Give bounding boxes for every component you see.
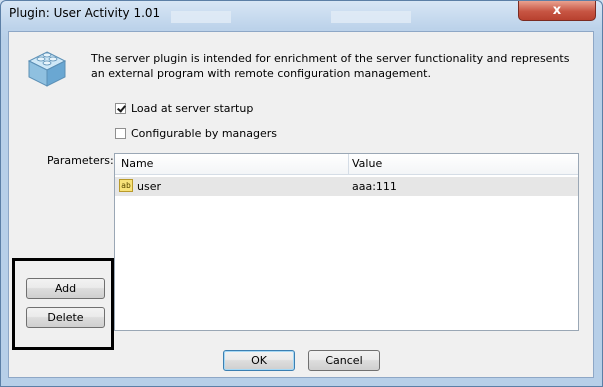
window-title: Plugin: User Activity 1.01 (9, 6, 161, 20)
table-row[interactable]: ab user aaa:111 (115, 177, 578, 196)
option-configurable-by-managers[interactable]: Configurable by managers (115, 127, 277, 140)
close-button[interactable]: x (518, 1, 596, 21)
string-type-icon: ab (119, 179, 133, 192)
option-load-at-startup[interactable]: Load at server startup (115, 102, 253, 115)
close-icon: x (552, 3, 562, 18)
param-name[interactable]: user (137, 180, 161, 193)
parameters-label: Parameters: (47, 154, 114, 167)
column-header-value[interactable]: Value (352, 157, 382, 170)
grid-header: Name Value (115, 154, 578, 175)
checkbox-unchecked[interactable] (115, 128, 126, 139)
param-value[interactable]: aaa:111 (352, 180, 397, 193)
plugin-description: The server plugin is intended for enrich… (91, 52, 570, 80)
column-divider[interactable] (348, 154, 349, 174)
cancel-button[interactable]: Cancel (308, 350, 380, 371)
plugin-block-icon (27, 51, 67, 87)
column-header-name[interactable]: Name (121, 157, 153, 170)
checkbox-checked[interactable] (115, 103, 126, 114)
option-label: Load at server startup (131, 102, 254, 115)
ok-button[interactable]: OK (223, 350, 295, 371)
background-ghost (171, 11, 231, 23)
title-bar[interactable]: Plugin: User Activity 1.01 x (1, 1, 602, 29)
highlight-frame (12, 258, 114, 350)
option-label: Configurable by managers (131, 127, 277, 140)
background-ghost (331, 11, 411, 23)
parameters-grid[interactable]: Name Value ab user aaa:111 (114, 153, 579, 331)
